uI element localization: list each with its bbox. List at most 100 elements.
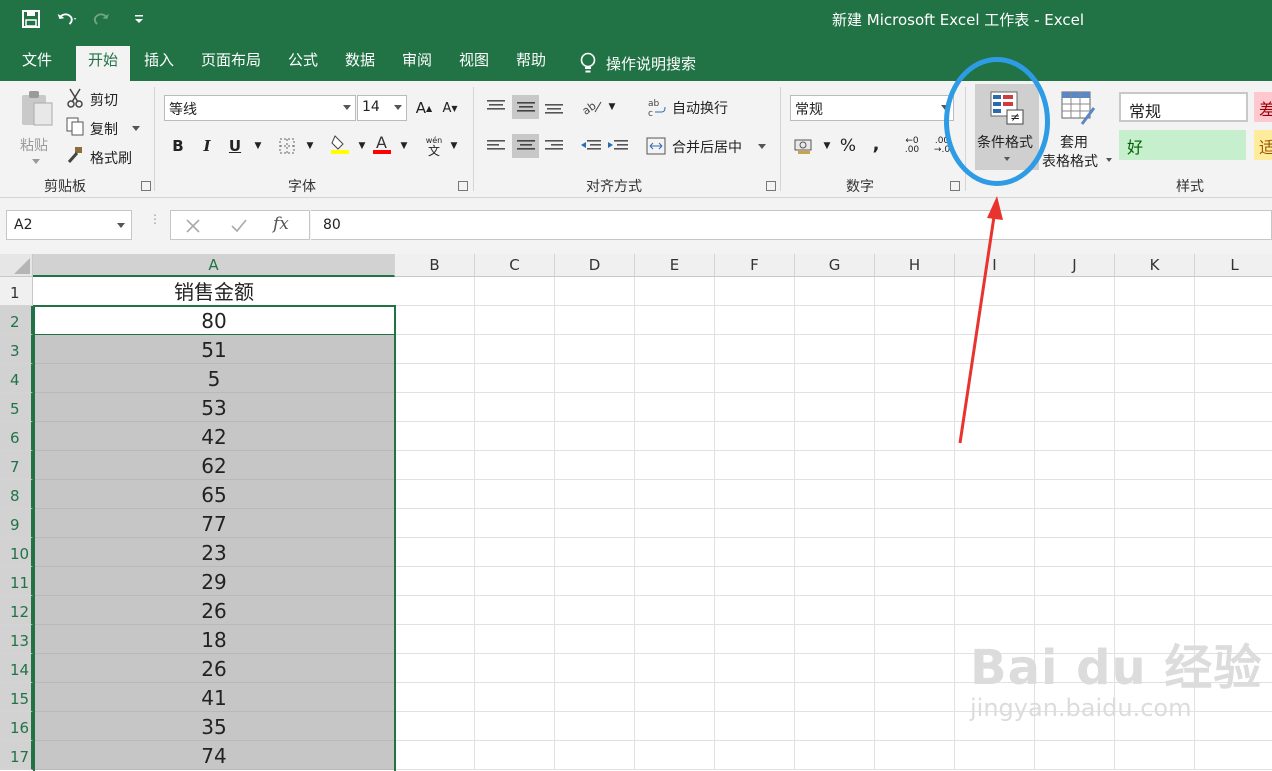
cell-e12[interactable] — [635, 596, 715, 625]
italic-button[interactable]: I — [195, 134, 219, 158]
copy-dropdown-icon[interactable] — [132, 126, 140, 131]
cell-l3[interactable] — [1195, 335, 1272, 364]
cell-d14[interactable] — [555, 654, 635, 683]
undo-icon[interactable] — [56, 8, 78, 30]
cell-k17[interactable] — [1115, 741, 1195, 770]
column-header-g[interactable]: G — [795, 254, 875, 277]
paste-dropdown-icon[interactable] — [32, 159, 40, 164]
cell-g17[interactable] — [795, 741, 875, 770]
copy-button[interactable]: 复制 — [66, 116, 142, 140]
tab-file[interactable]: 文件 — [16, 46, 58, 81]
row-header-1[interactable]: 1 — [0, 277, 33, 306]
cell-j17[interactable] — [1035, 741, 1115, 770]
increase-indent-icon[interactable] — [606, 134, 630, 158]
data-cell[interactable]: 5 — [33, 364, 395, 393]
tab-formulas[interactable]: 公式 — [282, 46, 324, 81]
cell-k12[interactable] — [1115, 596, 1195, 625]
column-header-e[interactable]: E — [635, 254, 715, 277]
column-header-c[interactable]: C — [475, 254, 555, 277]
tab-insert[interactable]: 插入 — [138, 46, 180, 81]
decrease-font-size-icon[interactable]: A ▼ — [438, 96, 462, 120]
font-color-dropdown-icon[interactable]: ▼ — [392, 134, 416, 158]
cell-b11[interactable] — [395, 567, 475, 596]
cell-l2[interactable] — [1195, 306, 1272, 335]
cell-f2[interactable] — [715, 306, 795, 335]
data-cell[interactable]: 29 — [33, 567, 395, 596]
column-header-l[interactable]: L — [1195, 254, 1272, 277]
merge-dropdown-icon[interactable] — [758, 144, 766, 149]
tab-data[interactable]: 数据 — [339, 46, 381, 81]
tab-help[interactable]: 帮助 — [510, 46, 552, 81]
cell-k2[interactable] — [1115, 306, 1195, 335]
row-header-8[interactable]: 8 — [0, 480, 33, 509]
cell-g15[interactable] — [795, 683, 875, 712]
row-header-6[interactable]: 6 — [0, 422, 33, 451]
decrease-indent-icon[interactable] — [579, 134, 603, 158]
row-header-14[interactable]: 14 — [0, 654, 33, 683]
cell-g6[interactable] — [795, 422, 875, 451]
cell-f4[interactable] — [715, 364, 795, 393]
cell-c4[interactable] — [475, 364, 555, 393]
cell-l5[interactable] — [1195, 393, 1272, 422]
cell-g1[interactable] — [795, 277, 875, 306]
cell-c11[interactable] — [475, 567, 555, 596]
cell-f15[interactable] — [715, 683, 795, 712]
cell-l10[interactable] — [1195, 538, 1272, 567]
row-header-15[interactable]: 15 — [0, 683, 33, 712]
cell-e17[interactable] — [635, 741, 715, 770]
cell-i9[interactable] — [955, 509, 1035, 538]
cell-j11[interactable] — [1035, 567, 1115, 596]
cell-g14[interactable] — [795, 654, 875, 683]
cell-e3[interactable] — [635, 335, 715, 364]
cell-d12[interactable] — [555, 596, 635, 625]
alignment-launcher-icon[interactable] — [766, 181, 776, 191]
cell-h15[interactable] — [875, 683, 955, 712]
cell-g16[interactable] — [795, 712, 875, 741]
data-cell[interactable]: 74 — [33, 741, 395, 770]
data-cell[interactable]: 51 — [33, 335, 395, 364]
cell-l6[interactable] — [1195, 422, 1272, 451]
row-header-3[interactable]: 3 — [0, 335, 33, 364]
row-header-9[interactable]: 9 — [0, 509, 33, 538]
cell-c16[interactable] — [475, 712, 555, 741]
name-box[interactable]: A2 — [6, 210, 132, 240]
row-header-7[interactable]: 7 — [0, 451, 33, 480]
cell-h17[interactable] — [875, 741, 955, 770]
cut-button[interactable]: 剪切 — [66, 87, 136, 111]
cell-j1[interactable] — [1035, 277, 1115, 306]
cell-j12[interactable] — [1035, 596, 1115, 625]
cell-c3[interactable] — [475, 335, 555, 364]
cell-g2[interactable] — [795, 306, 875, 335]
cell-d8[interactable] — [555, 480, 635, 509]
cell-h11[interactable] — [875, 567, 955, 596]
cell-b16[interactable] — [395, 712, 475, 741]
save-icon[interactable] — [20, 8, 42, 30]
cell-d3[interactable] — [555, 335, 635, 364]
cell-b5[interactable] — [395, 393, 475, 422]
underline-dropdown-icon[interactable]: ▼ — [246, 134, 270, 158]
cell-k10[interactable] — [1115, 538, 1195, 567]
cell-g7[interactable] — [795, 451, 875, 480]
cell-c7[interactable] — [475, 451, 555, 480]
cell-j3[interactable] — [1035, 335, 1115, 364]
column-header-b[interactable]: B — [395, 254, 475, 277]
cell-c6[interactable] — [475, 422, 555, 451]
borders-dropdown-icon[interactable]: ▼ — [298, 134, 322, 158]
cell-j9[interactable] — [1035, 509, 1115, 538]
cell-e11[interactable] — [635, 567, 715, 596]
cell-l7[interactable] — [1195, 451, 1272, 480]
paste-button[interactable]: 粘贴 — [14, 87, 58, 173]
formula-bar-grip-icon[interactable]: ⋮ — [149, 213, 161, 234]
cell-d2[interactable] — [555, 306, 635, 335]
align-left-icon[interactable] — [484, 134, 508, 158]
column-header-a[interactable]: A — [33, 254, 395, 277]
clipboard-launcher-icon[interactable] — [141, 181, 151, 191]
cell-j5[interactable] — [1035, 393, 1115, 422]
cell-l17[interactable] — [1195, 741, 1272, 770]
cell-k9[interactable] — [1115, 509, 1195, 538]
cell-d10[interactable] — [555, 538, 635, 567]
cell-i10[interactable] — [955, 538, 1035, 567]
cell-f8[interactable] — [715, 480, 795, 509]
cell-h9[interactable] — [875, 509, 955, 538]
cell-c1[interactable] — [475, 277, 555, 306]
